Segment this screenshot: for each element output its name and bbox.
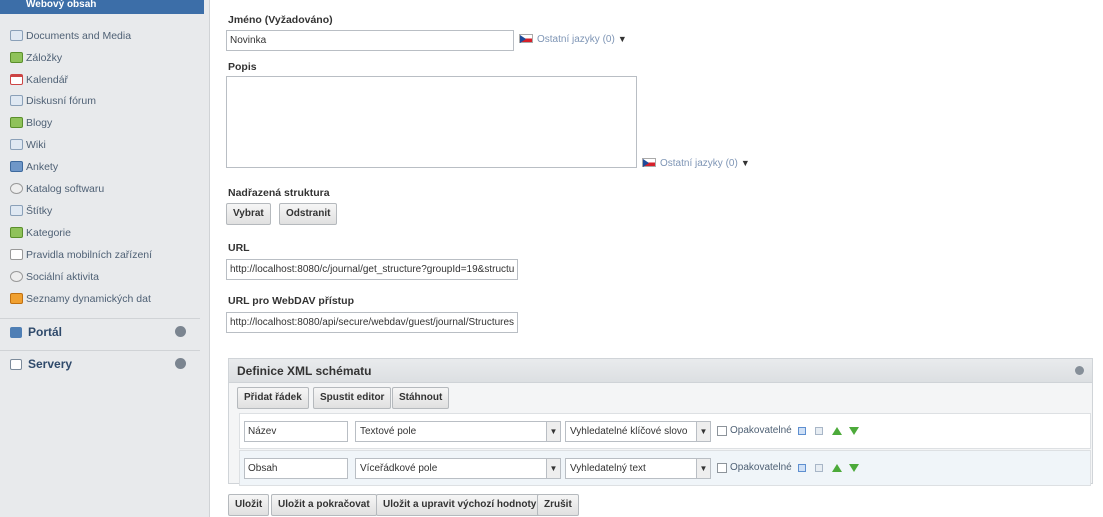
sidebar-item-wiki[interactable]: Wiki — [0, 134, 200, 156]
sidebar-item-forum[interactable]: Diskusní fórum — [0, 90, 200, 112]
run-editor-button[interactable]: Spustit editor — [313, 387, 392, 409]
save-button[interactable]: Uložit — [228, 494, 270, 516]
sidebar-item-social-activity[interactable]: Sociální aktivita — [0, 266, 200, 288]
dropdown-arrow-icon: ▼ — [740, 158, 750, 168]
url-field[interactable]: http://localhost:8080/c/journal/get_stru… — [226, 259, 518, 280]
sidebar-item-polls[interactable]: Ankety — [0, 156, 200, 178]
collapse-icon[interactable] — [1075, 366, 1084, 375]
url-label: URL — [228, 242, 250, 254]
field-type-select[interactable]: Textové pole ▼ — [355, 421, 561, 442]
categories-icon — [10, 227, 23, 238]
sidebar-item-blogs[interactable]: Blogy — [0, 112, 200, 134]
description-other-languages[interactable]: Ostatní jazyky (0) ▼ — [642, 158, 750, 169]
move-up-icon[interactable] — [832, 427, 842, 435]
name-label: Jméno (Vyžadováno) — [228, 14, 333, 26]
chevron-down-icon: ▼ — [546, 422, 560, 441]
portal-icon — [10, 327, 22, 338]
move-down-icon[interactable] — [849, 464, 859, 472]
software-catalog-icon — [10, 183, 23, 194]
repeatable-checkbox[interactable] — [717, 426, 727, 436]
description-textarea[interactable] — [226, 76, 637, 168]
sidebar-item-dynamic-data-lists[interactable]: Seznamy dynamických dat — [0, 288, 200, 310]
blogs-icon — [10, 117, 23, 128]
save-and-continue-button[interactable]: Uložit a pokračovat — [271, 494, 377, 516]
field-index-select[interactable]: Vyhledatelný text ▼ — [565, 458, 711, 479]
calendar-icon — [10, 74, 23, 85]
name-input[interactable]: Novinka — [226, 30, 514, 51]
sidebar-item-bookmarks[interactable]: Záložky — [0, 47, 200, 69]
documents-icon — [10, 30, 23, 41]
czech-flag-icon — [519, 34, 533, 43]
move-up-icon[interactable] — [832, 464, 842, 472]
sidebar-item-calendar[interactable]: Kalendář — [0, 69, 200, 91]
xml-schema-panel: Definice XML schématu Přidat řádek Spust… — [228, 358, 1093, 486]
sidebar-item-software-catalog[interactable]: Katalog softwaru — [0, 178, 200, 200]
remove-button[interactable]: Odstranit — [279, 203, 338, 225]
move-down-icon[interactable] — [849, 427, 859, 435]
repeatable-label: Opakovatelné — [730, 425, 792, 436]
sidebar-item-categories[interactable]: Kategorie — [0, 222, 200, 244]
add-field-icon[interactable] — [798, 464, 806, 472]
download-button[interactable]: Stáhnout — [392, 387, 450, 409]
sidebar-item-web-content[interactable]: Webový obsah — [0, 0, 204, 14]
bookmarks-icon — [10, 52, 23, 63]
parent-structure-label: Nadřazená struktura — [228, 187, 330, 199]
repeatable-checkbox[interactable] — [717, 463, 727, 473]
czech-flag-icon — [642, 158, 656, 167]
xml-schema-panel-header[interactable]: Definice XML schématu — [229, 359, 1092, 383]
save-and-edit-defaults-button[interactable]: Uložit a upravit výchozí hodnoty — [376, 494, 544, 516]
gear-icon[interactable] — [176, 359, 185, 368]
polls-icon — [10, 161, 23, 172]
chevron-down-icon: ▼ — [696, 459, 710, 478]
add-row-button[interactable]: Přidat řádek — [237, 387, 309, 409]
field-index-select[interactable]: Vyhledatelné klíčové slovo ▼ — [565, 421, 711, 442]
xml-row: Obsah Víceřádkové pole ▼ Vyhledatelný tex… — [239, 450, 1091, 486]
sidebar-item-mobile-rules[interactable]: Pravidla mobilních zařízení — [0, 244, 200, 266]
dropdown-arrow-icon: ▼ — [617, 34, 627, 44]
xml-schema-title: Definice XML schématu — [237, 364, 372, 378]
remove-field-icon[interactable] — [815, 464, 823, 472]
repeatable-label: Opakovatelné — [730, 462, 792, 473]
field-name-input[interactable]: Název — [244, 421, 348, 442]
cancel-button[interactable]: Zrušit — [537, 494, 579, 516]
dynamic-data-icon — [10, 293, 23, 304]
forum-icon — [10, 95, 23, 106]
gear-icon[interactable] — [176, 327, 185, 336]
field-name-input[interactable]: Obsah — [244, 458, 348, 479]
sidebar-item-tags[interactable]: Štítky — [0, 200, 200, 222]
select-button[interactable]: Vybrat — [226, 203, 271, 225]
sidebar-section-portal[interactable]: Portál — [0, 318, 200, 344]
webdav-url-label: URL pro WebDAV přístup — [228, 295, 354, 307]
field-type-select[interactable]: Víceřádkové pole ▼ — [355, 458, 561, 479]
mobile-rules-icon — [10, 249, 23, 260]
add-field-icon[interactable] — [798, 427, 806, 435]
wiki-icon — [10, 139, 23, 150]
sidebar-section-servers[interactable]: Servery — [0, 350, 200, 376]
social-activity-icon — [10, 271, 23, 282]
chevron-down-icon: ▼ — [546, 459, 560, 478]
sidebar-item-documents-and-media[interactable]: Documents and Media — [0, 25, 200, 47]
server-icon — [10, 359, 22, 370]
sidebar: Webový obsah Documents and Media Záložky… — [0, 0, 210, 517]
remove-field-icon[interactable] — [815, 427, 823, 435]
name-other-languages[interactable]: Ostatní jazyky (0) ▼ — [519, 34, 627, 45]
tags-icon — [10, 205, 23, 216]
description-label: Popis — [228, 61, 257, 73]
xml-row: Název Textové pole ▼ Vyhledatelné klíčové… — [239, 413, 1091, 449]
webdav-url-field[interactable]: http://localhost:8080/api/secure/webdav/… — [226, 312, 518, 333]
chevron-down-icon: ▼ — [696, 422, 710, 441]
